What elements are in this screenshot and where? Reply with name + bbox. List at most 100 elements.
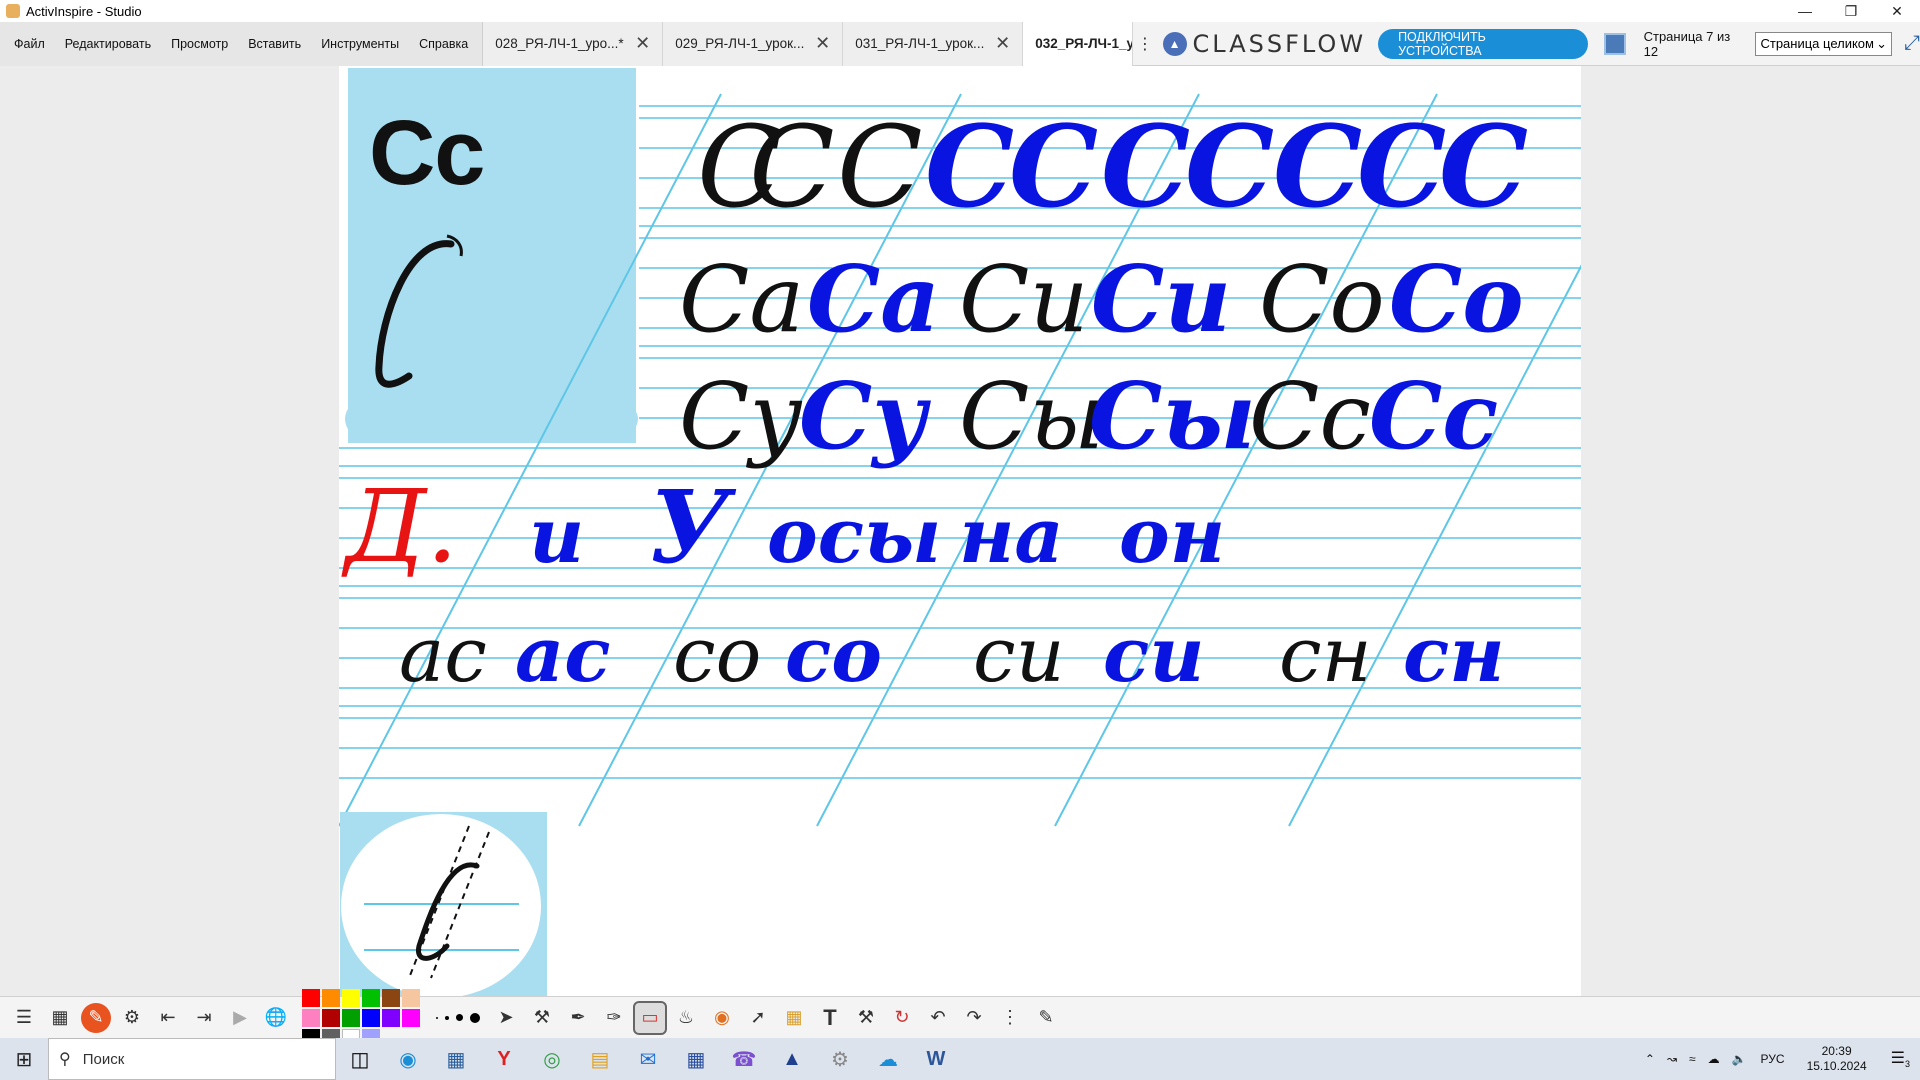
width-dot-icon[interactable]: [445, 1015, 449, 1020]
highlighter-icon[interactable]: ✑: [599, 1003, 629, 1033]
reset-page-icon[interactable]: ↻: [887, 1003, 917, 1033]
menu-help[interactable]: Справка: [409, 37, 478, 51]
zoom-select[interactable]: Страница целиком ⌄: [1755, 31, 1892, 56]
tab-032[interactable]: 032_РЯ-ЛЧ-1_у: [1023, 21, 1134, 66]
tools-icon[interactable]: ⚒: [527, 1003, 557, 1033]
text-icon[interactable]: T: [815, 1003, 845, 1033]
color-swatch[interactable]: [382, 1008, 400, 1027]
notification-icon[interactable]: ☰3: [1891, 1048, 1910, 1069]
color-swatch[interactable]: [362, 1008, 380, 1027]
flipchart-page[interactable]: Сс С С С С С С С С С С Са Са Си Си Со Со: [339, 66, 1581, 996]
resource-library-icon[interactable]: ▦: [779, 1003, 809, 1033]
color-swatch[interactable]: [402, 1008, 420, 1027]
minimize-icon[interactable]: —: [1782, 0, 1828, 22]
undo-icon[interactable]: ↶: [923, 1003, 953, 1033]
play-icon[interactable]: ▶: [225, 1003, 255, 1033]
viber-icon[interactable]: ☎: [720, 1038, 768, 1080]
web-browser-icon[interactable]: 🌐: [261, 1003, 291, 1033]
classflow-icon: ▲: [1162, 31, 1187, 56]
close-tab-icon[interactable]: ✕: [995, 33, 1010, 54]
color-swatch[interactable]: [402, 988, 420, 1007]
select-icon[interactable]: ➤: [491, 1003, 521, 1033]
next-page-icon[interactable]: ⇥: [189, 1003, 219, 1033]
shape-icon[interactable]: ◉: [707, 1003, 737, 1033]
chevron-up-icon[interactable]: ⌃: [1645, 1052, 1655, 1066]
row1-blue-c: С: [1357, 102, 1446, 233]
network-icon[interactable]: ↝: [1667, 1052, 1677, 1066]
color-swatch[interactable]: [382, 988, 400, 1007]
browsers-icon[interactable]: ▦: [45, 1003, 75, 1033]
fill-icon[interactable]: ♨: [671, 1003, 701, 1033]
desktop-annotate-icon[interactable]: ⚙: [117, 1003, 147, 1033]
tab-028[interactable]: 028_РЯ-ЛЧ-1_уро...* ✕: [483, 21, 664, 66]
close-tab-icon[interactable]: ✕: [635, 33, 650, 54]
task-view-icon[interactable]: ◫: [336, 1038, 384, 1080]
windows-start-icon[interactable]: ⊞: [0, 1038, 48, 1080]
store-icon[interactable]: ▦: [432, 1038, 480, 1080]
width-dot-icon[interactable]: [436, 1016, 438, 1019]
activinspire-icon[interactable]: ▲: [768, 1038, 816, 1080]
pen-icon[interactable]: ✒: [563, 1003, 593, 1033]
word-icon[interactable]: W: [912, 1038, 960, 1080]
color-swatch[interactable]: [302, 1008, 320, 1027]
activinspire-studio-icon[interactable]: ⚙: [816, 1038, 864, 1080]
menu-view[interactable]: Просмотр: [161, 37, 238, 51]
main-menu-icon[interactable]: ☰: [9, 1003, 39, 1033]
connect-devices-button[interactable]: ПОДКЛЮЧИТЬ УСТРОЙСТВА: [1378, 28, 1589, 59]
row3-blue-syllable: Су: [799, 362, 931, 470]
clock[interactable]: 20:39 15.10.2024: [1807, 1044, 1867, 1074]
explorer-icon[interactable]: ▤: [576, 1038, 624, 1080]
chrome-icon[interactable]: ◎: [528, 1038, 576, 1080]
mail-icon[interactable]: ✉: [624, 1038, 672, 1080]
wifi-icon[interactable]: ≈: [1689, 1052, 1696, 1066]
dashboard-icon[interactable]: ✎: [81, 1002, 111, 1033]
width-dot-icon[interactable]: [470, 1012, 480, 1023]
edge-icon[interactable]: ◉: [384, 1038, 432, 1080]
tab-label: 032_РЯ-ЛЧ-1_у: [1035, 36, 1134, 51]
eraser-icon[interactable]: ▭: [633, 1000, 667, 1035]
onedrive-icon[interactable]: ☁: [864, 1038, 912, 1080]
classflow-logo[interactable]: ▲ CLASSFLOW: [1162, 29, 1367, 58]
toolbox-settings-icon[interactable]: ✎: [1031, 1003, 1061, 1033]
menu-insert[interactable]: Вставить: [238, 37, 311, 51]
tab-029[interactable]: 029_РЯ-ЛЧ-1_урок... ✕: [663, 21, 844, 66]
close-icon[interactable]: ✕: [1874, 0, 1920, 22]
menu-edit[interactable]: Редактировать: [55, 37, 161, 51]
clock-time: 20:39: [1821, 1044, 1852, 1058]
row1-blue-c: С: [1009, 102, 1098, 233]
more-tools-icon[interactable]: ⋮: [995, 1003, 1025, 1033]
redo-icon[interactable]: ↷: [959, 1003, 989, 1033]
classflow-text: CLASSFLOW: [1192, 29, 1367, 58]
connector-icon[interactable]: ➚: [743, 1003, 773, 1033]
pen-width-selector[interactable]: [436, 1012, 480, 1023]
clear-icon[interactable]: ⚒: [851, 1003, 881, 1033]
color-swatch[interactable]: [342, 1008, 360, 1027]
fullscreen-icon[interactable]: ⤢: [1904, 32, 1920, 55]
dictation-word: осы: [767, 491, 941, 580]
width-dot-icon[interactable]: [456, 1014, 463, 1021]
cloud-icon[interactable]: ☁: [1708, 1052, 1720, 1066]
row5-blue-syllable: ас: [515, 610, 611, 699]
color-swatch[interactable]: [362, 988, 380, 1007]
window-title: ActivInspire - Studio: [26, 3, 142, 19]
color-swatch[interactable]: [322, 988, 340, 1007]
color-swatch[interactable]: [342, 988, 360, 1007]
flipchart-tabs: 028_РЯ-ЛЧ-1_уро...* ✕ 029_РЯ-ЛЧ-1_урок...…: [483, 21, 1134, 66]
volume-icon[interactable]: 🔈: [1732, 1052, 1747, 1066]
menu-file[interactable]: Файл: [4, 37, 55, 51]
color-swatch[interactable]: [322, 1008, 340, 1027]
taskbar-search[interactable]: ⚲ Поиск: [48, 1038, 336, 1080]
row1-letters: С С С С С С С С С С: [697, 102, 1528, 233]
tab-031[interactable]: 031_РЯ-ЛЧ-1_урок... ✕: [843, 21, 1024, 66]
color-swatch[interactable]: [302, 988, 320, 1007]
app-icon[interactable]: ▦: [672, 1038, 720, 1080]
menu-tools[interactable]: Инструменты: [311, 37, 409, 51]
close-tab-icon[interactable]: ✕: [815, 33, 830, 54]
row5-black-syllable: сн: [1279, 610, 1372, 699]
restore-icon[interactable]: ❐: [1828, 0, 1874, 22]
previous-page-icon[interactable]: ⇤: [153, 1003, 183, 1033]
yandex-icon[interactable]: Y: [480, 1038, 528, 1080]
page-browser-icon[interactable]: [1604, 32, 1626, 55]
more-tabs-icon[interactable]: ⋮: [1133, 34, 1156, 54]
language-indicator[interactable]: РУС: [1761, 1052, 1785, 1066]
